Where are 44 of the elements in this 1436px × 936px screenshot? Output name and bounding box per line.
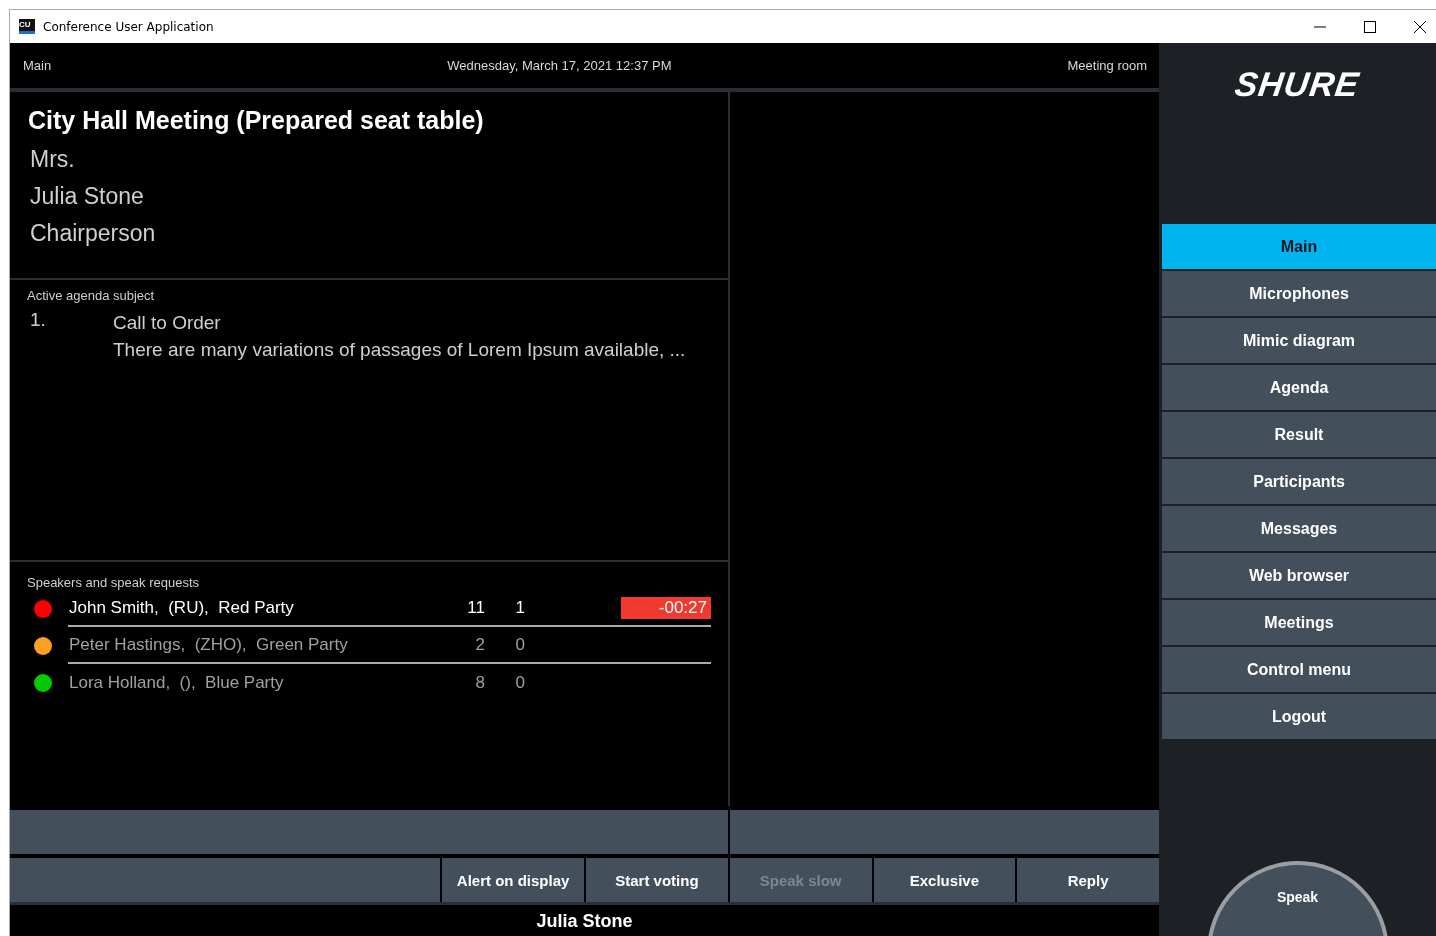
nav-button[interactable]: Messages [1162, 506, 1436, 551]
nav-button[interactable]: Result [1162, 412, 1436, 457]
speaker-value: 0 [514, 672, 525, 693]
meeting-title: City Hall Meeting (Prepared seat table) [28, 106, 485, 135]
speaker-name: Peter Hastings, (ZHO), Green Party [68, 634, 349, 655]
nav-button[interactable]: Main [1162, 224, 1436, 269]
nav-button[interactable]: Participants [1162, 459, 1436, 504]
speak-button[interactable]: Speak [1206, 861, 1389, 936]
maximize-icon[interactable] [1364, 20, 1376, 33]
speaker-count: 8 [474, 672, 485, 693]
speaker-count: 11 [466, 597, 485, 618]
agenda-description: There are many variations of passages of Lorem Ipsum available, ... [113, 338, 686, 362]
close-icon[interactable] [1414, 20, 1426, 33]
datetime-label: Wednesday, March 17, 2021 12:37 PM [447, 58, 672, 73]
room-label: Meeting room [1067, 58, 1147, 73]
speaker-value: 1 [514, 597, 525, 618]
speaker-name: John Smith, (RU), Red Party [68, 597, 295, 618]
nav-button[interactable]: Web browser [1162, 553, 1436, 598]
speaking-timer: -00:27 [621, 596, 711, 619]
nav-button[interactable]: Meetings [1162, 600, 1436, 645]
participant-info: Julia Stone [29, 182, 145, 211]
footer-name: Julia Stone [10, 902, 1159, 936]
window-title: Conference User Application [43, 19, 214, 34]
speakers-heading: Speakers and speak requests [27, 575, 200, 590]
nav-button[interactable]: Mimic diagram [1162, 318, 1436, 363]
participant-info: Mrs. [29, 145, 76, 174]
nav-button[interactable]: Microphones [1162, 271, 1436, 316]
nav-button[interactable]: Control menu [1162, 647, 1436, 692]
nav-button[interactable]: Logout [1162, 694, 1436, 739]
action-button[interactable]: Alert on display [442, 858, 584, 902]
location-label: Main [23, 58, 52, 73]
nav-button[interactable]: Agenda [1162, 365, 1436, 410]
speaker-count: 2 [474, 634, 485, 655]
participant-info: Chairperson [29, 219, 157, 248]
agenda-subject: Call to Order [113, 311, 222, 335]
agenda-number: 1. [29, 309, 47, 332]
speaker-value: 0 [514, 634, 525, 655]
action-button[interactable]: Exclusive [873, 858, 1016, 902]
agenda-heading: Active agenda subject [27, 288, 156, 303]
logo: SHURE [1232, 65, 1363, 104]
app-icon: CU [19, 19, 35, 34]
action-button[interactable]: Reply [1017, 858, 1159, 902]
speaker-name: Lora Holland, (), Blue Party [68, 672, 285, 693]
action-button[interactable]: Start voting [586, 858, 728, 902]
